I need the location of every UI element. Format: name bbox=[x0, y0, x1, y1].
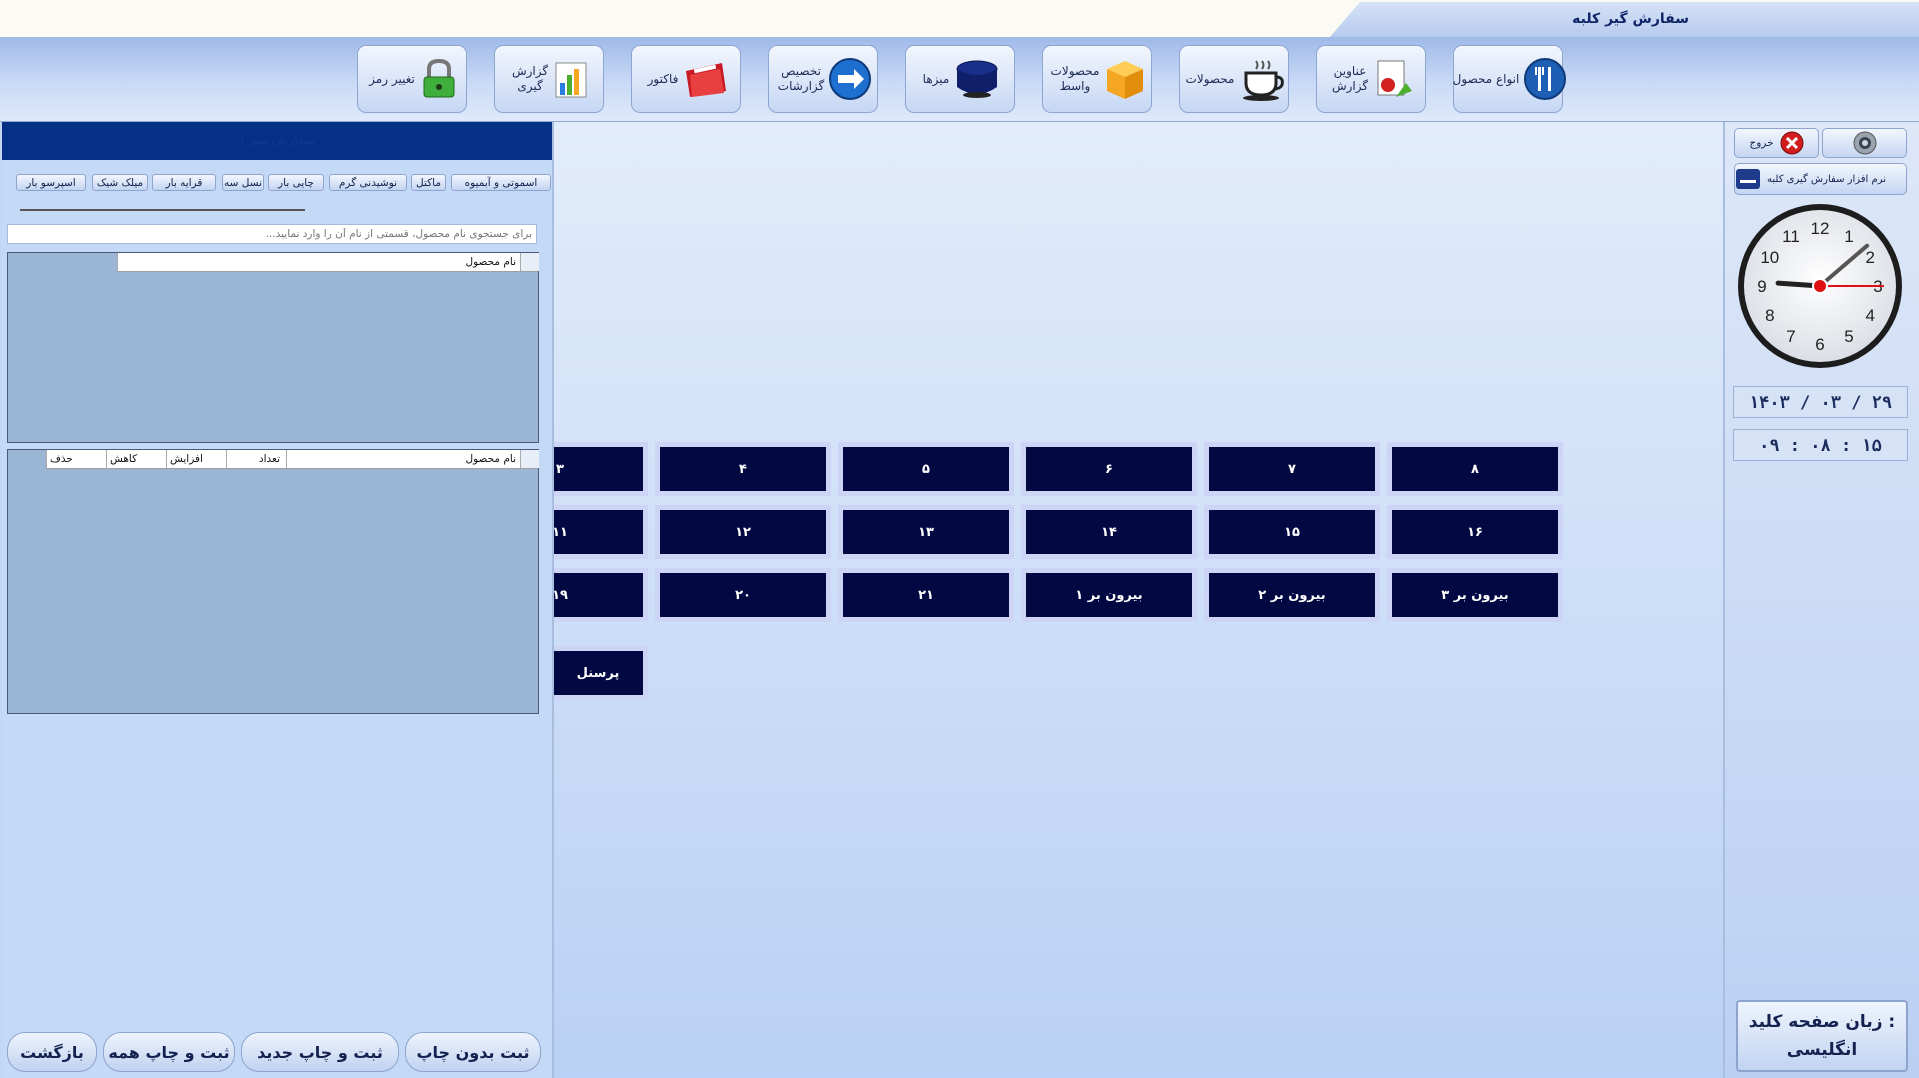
category-tab[interactable]: نوشیدنی گرم bbox=[329, 174, 407, 191]
coffee-cup-icon bbox=[1243, 60, 1285, 101]
order-panel-header: سفارش میز ۱ bbox=[2, 122, 552, 160]
clock-number: 9 bbox=[1757, 277, 1766, 296]
back-button[interactable]: بازگشت bbox=[7, 1032, 97, 1072]
column-header-delete[interactable]: حذف bbox=[46, 450, 106, 468]
clock-number: 12 bbox=[1811, 219, 1830, 238]
table-button[interactable]: ۲۱ bbox=[838, 568, 1014, 622]
products-button[interactable]: محصولات bbox=[1179, 45, 1289, 113]
report-titles-label: عناوین گزارش bbox=[1331, 64, 1369, 93]
table-button[interactable]: ۳ bbox=[554, 442, 648, 496]
tables-label: میزها bbox=[922, 71, 950, 86]
arrow-right-icon bbox=[829, 58, 872, 100]
products-label: محصولات bbox=[1185, 71, 1235, 86]
reporting-button[interactable]: گزارش گیری bbox=[494, 45, 604, 113]
reporting-label: گزارش گیری bbox=[511, 64, 549, 93]
intermediate-products-button[interactable]: محصولات واسط bbox=[1042, 45, 1152, 113]
window-title: سفارش گیر کلبه bbox=[1572, 11, 1689, 27]
table-button[interactable]: بیرون بر ۲ bbox=[1204, 568, 1380, 622]
table-button[interactable]: ۱۵ bbox=[1204, 505, 1380, 559]
close-icon bbox=[1780, 131, 1804, 155]
order-grid-header: حذف کاهش افزایش تعداد نام محصول bbox=[46, 450, 539, 469]
table-button[interactable]: ۱۱ bbox=[554, 505, 648, 559]
date-display: ۱۴۰۳ / ۰۳ / ۲۹ bbox=[1733, 386, 1908, 418]
category-tab[interactable]: نسل سه bbox=[222, 174, 264, 191]
report-titles-button[interactable]: عناوین گزارش bbox=[1316, 45, 1426, 113]
product-types-button[interactable]: انواع محصول bbox=[1452, 45, 1567, 113]
card-icon bbox=[1736, 169, 1760, 189]
clock-number: 7 bbox=[1786, 327, 1795, 346]
box-icon bbox=[1107, 61, 1144, 99]
folder-icon bbox=[686, 63, 727, 97]
change-password-button[interactable]: تغییر رمز bbox=[357, 45, 467, 113]
table-button[interactable]: ۱۲ bbox=[655, 505, 831, 559]
assign-reports-label: تخصیص گزارشات bbox=[777, 64, 825, 93]
tables-area: ۸ ۷ ۶ ۵ ۴ ۳ ۱۶ ۱۵ ۱۴ ۱۳ ۱۲ ۱۱ بیرون بر ۳… bbox=[554, 122, 1723, 1078]
bar-chart-icon bbox=[555, 62, 587, 98]
exit-button[interactable]: خروج bbox=[1734, 128, 1819, 158]
assign-reports-button[interactable]: تخصیص گزارشات bbox=[768, 45, 878, 113]
time-display: ۰۹ : ۰۸ : ۱۵ bbox=[1733, 429, 1908, 461]
ribbon-toolbar: انواع محصول عناوین گزارش محصولات محصولات… bbox=[0, 37, 1919, 122]
save-without-print-button[interactable]: ثبت بدون چاپ bbox=[405, 1032, 541, 1072]
clock-number: 4 bbox=[1865, 306, 1874, 325]
table-button[interactable]: بیرون بر ۳ bbox=[1387, 568, 1563, 622]
table-button[interactable]: ۲۰ bbox=[655, 568, 831, 622]
invoice-button[interactable]: فاکتور bbox=[631, 45, 741, 113]
clock-number: 6 bbox=[1815, 335, 1824, 354]
category-tab[interactable]: ماکتل bbox=[411, 174, 446, 191]
about-button[interactable]: نرم افزار سفارش گیری کلبه bbox=[1734, 163, 1907, 195]
column-header-decrease[interactable]: کاهش bbox=[106, 450, 166, 468]
utensils-icon bbox=[1524, 58, 1567, 100]
clock-number: 5 bbox=[1844, 327, 1853, 346]
table-button[interactable]: ۱۳ bbox=[838, 505, 1014, 559]
analog-clock: 123456789101112 bbox=[1738, 204, 1902, 368]
clock-number: 10 bbox=[1760, 248, 1779, 267]
product-types-label: انواع محصول bbox=[1452, 71, 1520, 86]
keyboard-language-button[interactable]: زبان صفحه کلید : انگلیسی bbox=[1736, 1000, 1908, 1072]
table-button[interactable]: ۱۹ bbox=[554, 568, 648, 622]
table-button-staff[interactable]: پرسنل bbox=[554, 646, 648, 700]
table-icon bbox=[956, 60, 998, 98]
category-tab[interactable]: اسموتی و آبمیوه bbox=[451, 174, 551, 191]
grid-corner bbox=[520, 450, 539, 468]
table-button[interactable]: ۶ bbox=[1021, 442, 1197, 496]
product-search-input[interactable] bbox=[7, 224, 537, 244]
category-tab[interactable]: قرایه بار bbox=[152, 174, 216, 191]
table-button[interactable]: ۸ bbox=[1387, 442, 1563, 496]
column-header-product-name[interactable]: نام محصول bbox=[117, 253, 520, 271]
product-grid[interactable]: نام محصول bbox=[7, 252, 539, 443]
table-button[interactable]: ۴ bbox=[655, 442, 831, 496]
tables-button[interactable]: میزها bbox=[905, 45, 1015, 113]
table-button[interactable]: ۵ bbox=[838, 442, 1014, 496]
table-button[interactable]: ۱۴ bbox=[1021, 505, 1197, 559]
category-scrollbar[interactable] bbox=[20, 209, 305, 211]
intermediate-products-label: محصولات واسط bbox=[1050, 64, 1100, 93]
table-button[interactable]: ۷ bbox=[1204, 442, 1380, 496]
lock-icon bbox=[423, 58, 455, 98]
clock-number: 8 bbox=[1765, 306, 1774, 325]
table-button[interactable]: بیرون بر ۱ bbox=[1021, 568, 1197, 622]
change-password-label: تغییر رمز bbox=[369, 71, 415, 86]
grid-corner bbox=[520, 253, 539, 271]
category-tab[interactable]: میلک شیک bbox=[92, 174, 148, 191]
category-tab[interactable]: چایی بار bbox=[268, 174, 324, 191]
save-print-new-button[interactable]: ثبت و چاپ جدید bbox=[241, 1032, 399, 1072]
clock-number: 2 bbox=[1865, 248, 1874, 267]
column-header-increase[interactable]: افزایش bbox=[166, 450, 226, 468]
gear-icon bbox=[1853, 131, 1876, 155]
column-header-quantity[interactable]: تعداد bbox=[226, 450, 286, 468]
keyboard-language-label: زبان صفحه کلید : bbox=[1748, 1012, 1896, 1032]
category-tab[interactable]: اسپرسو بار bbox=[16, 174, 86, 191]
clock-number: 11 bbox=[1782, 227, 1800, 246]
report-document-icon bbox=[1377, 60, 1413, 97]
keyboard-language-value: انگلیسی bbox=[1786, 1040, 1858, 1060]
clock-number: 1 bbox=[1844, 227, 1853, 246]
product-grid-header: نام محصول bbox=[117, 253, 539, 272]
invoice-label: فاکتور bbox=[647, 71, 679, 86]
column-header-product-name[interactable]: نام محصول bbox=[286, 450, 520, 468]
table-button[interactable]: ۱۶ bbox=[1387, 505, 1563, 559]
order-items-grid[interactable]: حذف کاهش افزایش تعداد نام محصول bbox=[7, 449, 539, 714]
settings-button[interactable] bbox=[1822, 128, 1907, 158]
save-print-all-button[interactable]: ثبت و چاپ همه bbox=[103, 1032, 235, 1072]
